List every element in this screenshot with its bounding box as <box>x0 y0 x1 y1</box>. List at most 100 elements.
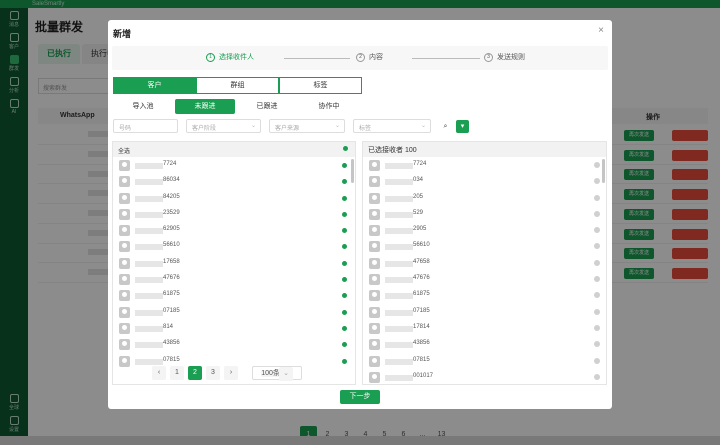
list-item[interactable]: 23529 <box>113 206 355 222</box>
list-item[interactable]: 7724 <box>363 157 606 173</box>
tab-followed[interactable]: 已跟进 <box>237 99 297 114</box>
step-send-rules: 3 发送规则 <box>484 52 525 62</box>
list-item[interactable]: 61875 <box>363 287 606 303</box>
remove-icon[interactable] <box>594 276 600 283</box>
masked-number <box>135 358 163 365</box>
list-item[interactable]: 47658 <box>363 255 606 271</box>
page-size-select[interactable]: 100条/页 ⌄ <box>252 366 302 381</box>
customer-status-select[interactable]: 客户阶段 ⌄ <box>186 119 261 133</box>
select-all-row[interactable]: 全选 <box>113 142 355 157</box>
tab-import-pool[interactable]: 导入池 <box>113 99 173 114</box>
selected-check-icon[interactable] <box>342 358 347 364</box>
customer-number: 17658 <box>163 258 180 265</box>
number-filter-input[interactable]: 号码 <box>113 119 178 133</box>
remove-icon[interactable] <box>594 210 600 217</box>
masked-number <box>385 309 413 316</box>
remove-icon[interactable] <box>594 243 600 250</box>
list-item[interactable]: 814 <box>113 320 355 336</box>
remove-icon[interactable] <box>594 357 600 364</box>
customer-number: 62905 <box>163 226 180 233</box>
step-label: 发送规则 <box>497 54 525 61</box>
list-item[interactable]: 7724 <box>113 157 355 173</box>
chevron-down-icon: ⌄ <box>420 123 426 129</box>
tab-collaborating[interactable]: 协作中 <box>299 99 359 114</box>
remove-icon[interactable] <box>594 324 600 331</box>
segment-tags[interactable]: 标签 <box>279 77 362 94</box>
list-item[interactable]: 86034 <box>113 173 355 189</box>
list-item[interactable]: 07185 <box>363 304 606 320</box>
list-item[interactable]: 205 <box>363 190 606 206</box>
selected-check-icon[interactable] <box>342 260 347 266</box>
avatar <box>119 208 130 220</box>
selected-check-icon[interactable] <box>342 309 347 315</box>
selected-check-icon[interactable] <box>342 293 347 299</box>
list-item[interactable]: 43856 <box>113 336 355 352</box>
selected-check-icon[interactable] <box>342 325 347 331</box>
list-item[interactable]: 17814 <box>363 320 606 336</box>
list-item[interactable]: 07815 <box>363 353 606 369</box>
remove-icon[interactable] <box>594 178 600 185</box>
masked-number <box>385 211 413 218</box>
step-divider <box>412 58 480 59</box>
list-item[interactable]: 56610 <box>113 238 355 254</box>
list-item[interactable]: 2905 <box>363 222 606 238</box>
list-item[interactable]: 61875 <box>113 287 355 303</box>
close-icon[interactable]: × <box>598 25 604 36</box>
avatar <box>369 257 380 269</box>
selected-check-icon[interactable] <box>342 244 347 250</box>
prev-page-button[interactable]: ‹ <box>152 366 166 380</box>
remove-icon[interactable] <box>594 341 600 348</box>
modal-title: 新增 <box>113 29 132 39</box>
tag-filter-select[interactable]: 标签 ⌄ <box>353 119 431 133</box>
list-item[interactable]: 43856 <box>363 336 606 352</box>
selected-check-icon[interactable] <box>342 228 347 234</box>
selected-check-icon[interactable] <box>342 277 347 283</box>
list-item[interactable]: 17658 <box>113 255 355 271</box>
list-item[interactable]: 84205 <box>113 190 355 206</box>
masked-number <box>385 195 413 202</box>
select-all-indicator[interactable] <box>343 146 348 151</box>
remove-icon[interactable] <box>594 292 600 299</box>
remove-icon[interactable] <box>594 373 600 380</box>
list-item[interactable]: 62905 <box>113 222 355 238</box>
remove-icon[interactable] <box>594 162 600 168</box>
list-item[interactable]: 034 <box>363 173 606 189</box>
remove-icon[interactable] <box>594 227 600 234</box>
customer-number: 001017 <box>413 372 434 379</box>
avatar <box>369 160 380 171</box>
customer-number: 7724 <box>413 161 427 167</box>
masked-number <box>385 342 413 349</box>
chevron-down-icon: ⌄ <box>334 123 340 129</box>
customer-source-select[interactable]: 客户来源 ⌄ <box>269 119 345 133</box>
customer-number: 23529 <box>163 209 180 216</box>
page-button[interactable]: 1 <box>170 366 184 380</box>
selected-check-icon[interactable] <box>342 179 347 185</box>
page-button[interactable]: 3 <box>206 366 220 380</box>
avatar <box>369 371 380 383</box>
list-item[interactable]: 529 <box>363 206 606 222</box>
list-item[interactable]: 47676 <box>113 271 355 287</box>
remove-icon[interactable] <box>594 194 600 201</box>
customer-number: 56610 <box>413 242 430 249</box>
selected-check-icon[interactable] <box>342 163 347 168</box>
page-button-current[interactable]: 2 <box>188 366 202 380</box>
list-item[interactable]: 001017 <box>363 369 606 383</box>
list-item[interactable]: 07185 <box>113 304 355 320</box>
selected-check-icon[interactable] <box>342 342 347 348</box>
segment-customers[interactable]: 客户 <box>113 77 196 94</box>
avatar <box>369 208 380 220</box>
selected-check-icon[interactable] <box>342 195 347 201</box>
next-page-button[interactable]: › <box>224 366 238 380</box>
masked-number <box>385 358 413 365</box>
list-item[interactable]: 56610 <box>363 238 606 254</box>
remove-icon[interactable] <box>594 259 600 266</box>
remove-icon[interactable] <box>594 308 600 315</box>
next-step-button[interactable]: 下一步 <box>340 390 380 404</box>
filter-icon[interactable]: ▾ <box>456 119 469 133</box>
tab-not-followed[interactable]: 未跟进 <box>175 99 235 114</box>
list-item[interactable]: 47676 <box>363 271 606 287</box>
masked-number <box>135 244 163 251</box>
selected-check-icon[interactable] <box>342 211 347 217</box>
segment-groups[interactable]: 群组 <box>196 77 279 94</box>
search-icon[interactable]: ⌕ <box>439 120 452 133</box>
